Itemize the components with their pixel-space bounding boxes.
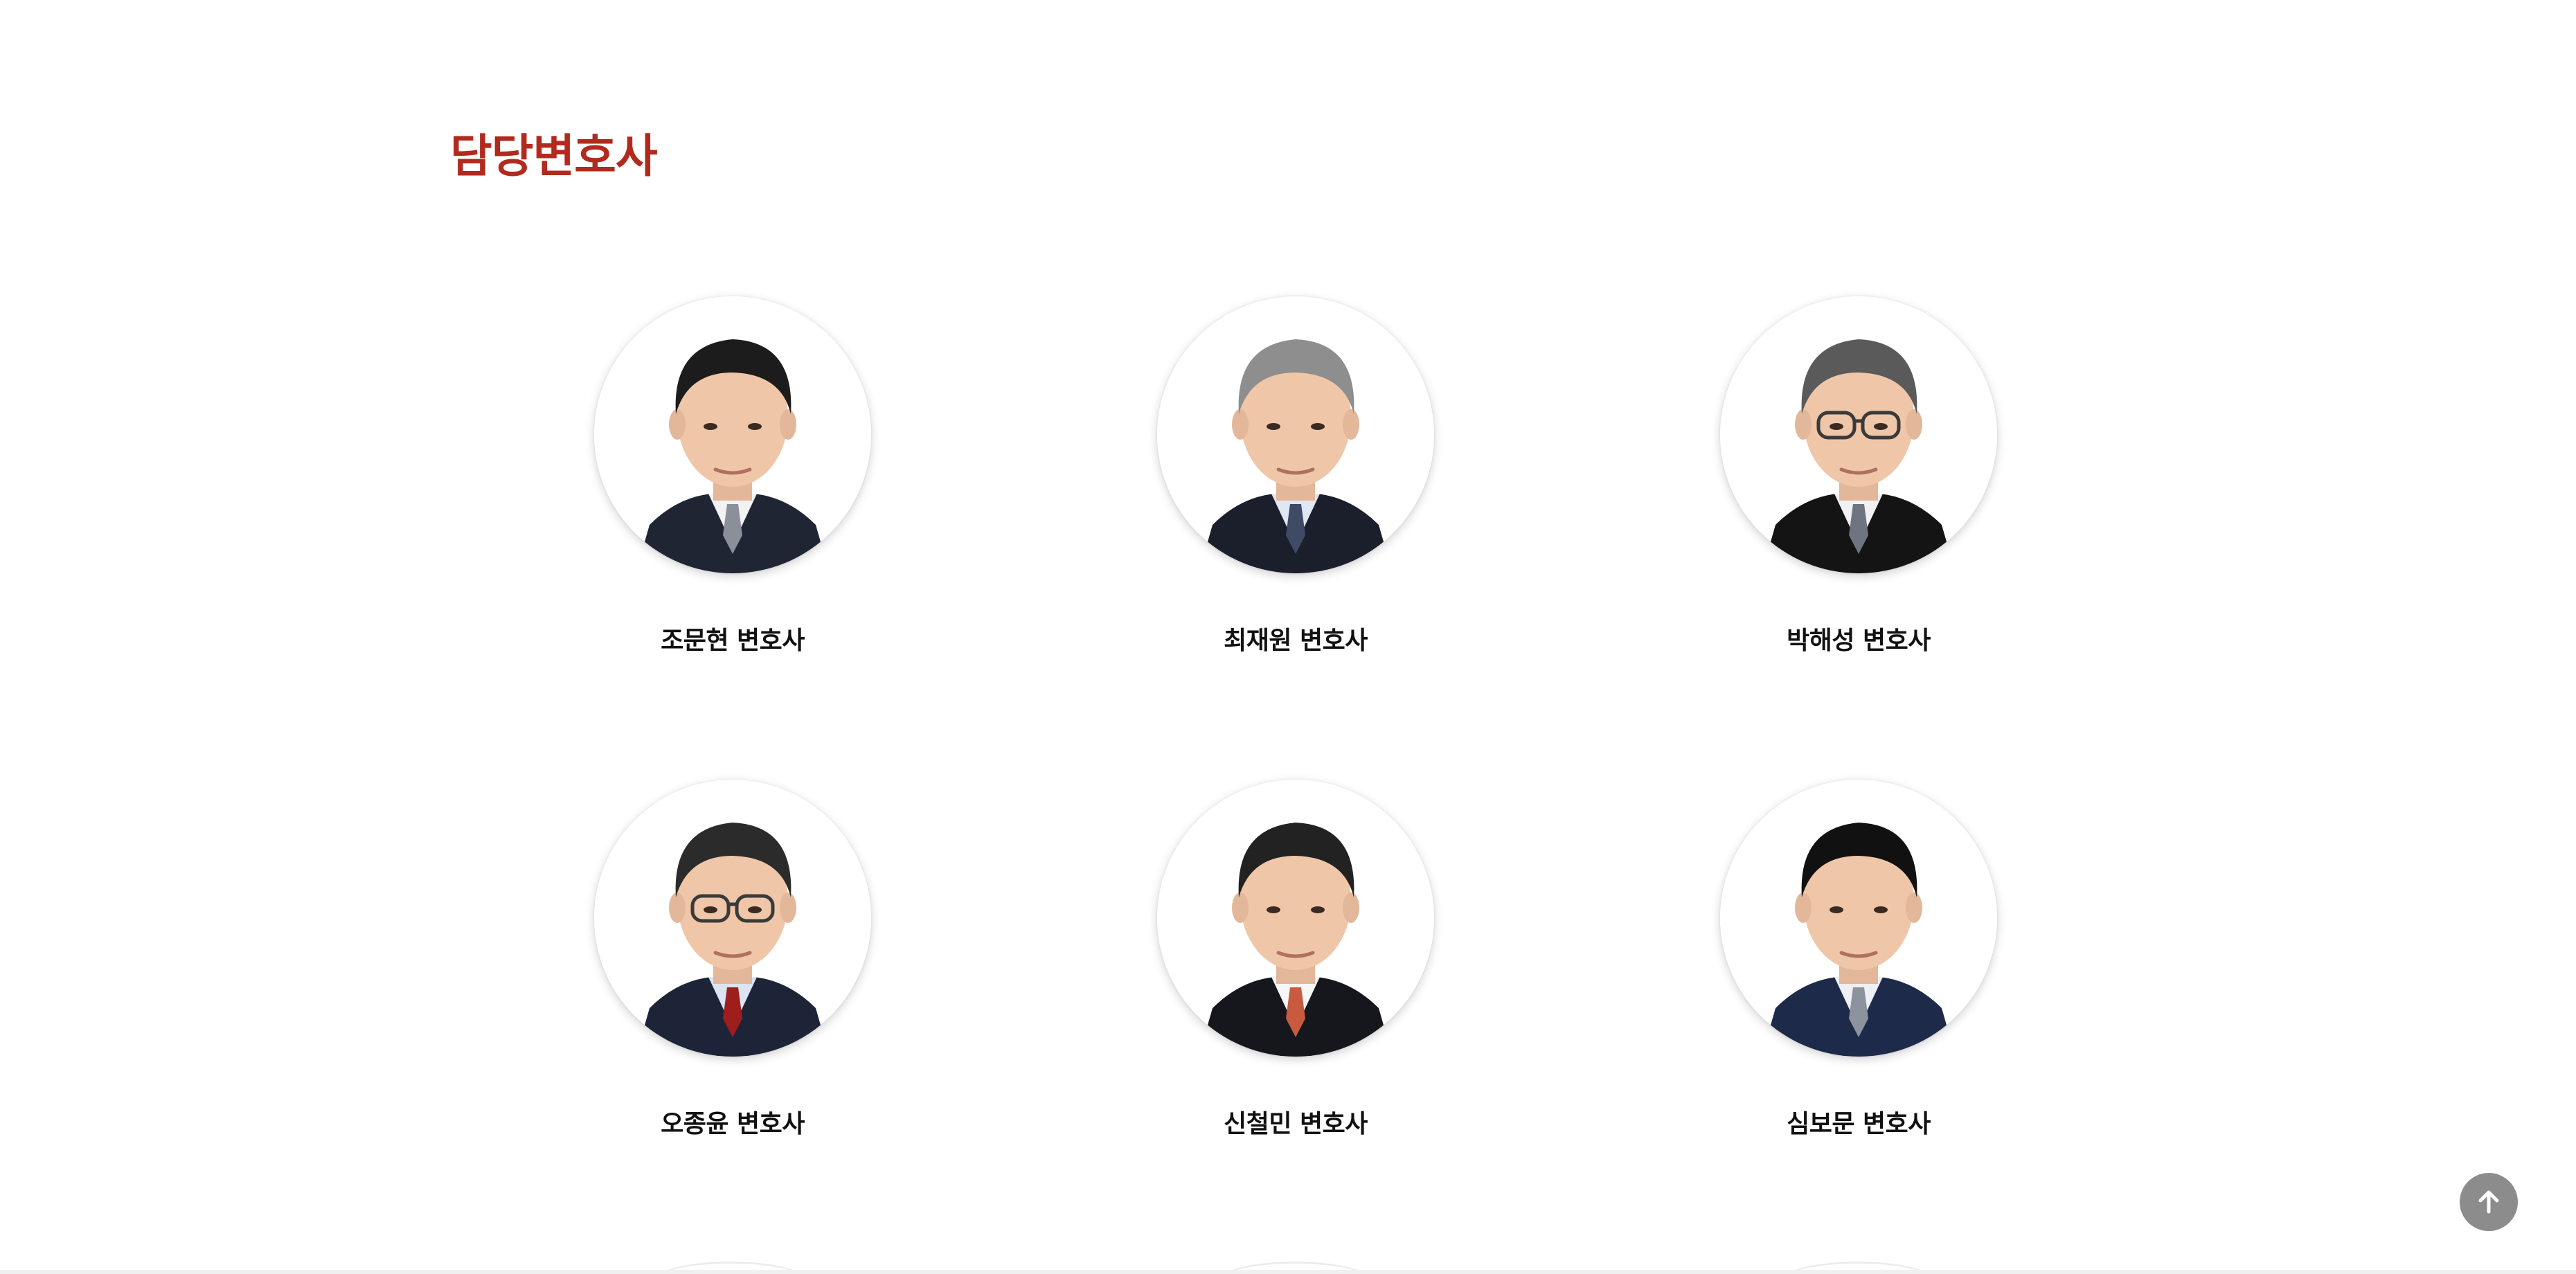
lawyer-portrait: [1157, 780, 1434, 1057]
page: 담당변호사 조문현 변호사 최재원 변호사 박해성 변호사오종윤 변호사 신철민 변호…: [0, 0, 2576, 1274]
section-title: 담당변호사: [450, 129, 658, 183]
lawyer-card[interactable]: 박해성 변호사: [1679, 296, 2039, 684]
lawyer-card[interactable]: 오종윤 변호사: [553, 780, 913, 1167]
lawyer-portrait: [594, 296, 871, 573]
lawyer-name: 조문현 변호사: [661, 627, 805, 655]
lawyer-portrait: [1720, 780, 1997, 1057]
footer-divider: [0, 1270, 2576, 1274]
lawyer-card[interactable]: 최재원 변호사: [1116, 296, 1476, 684]
lawyer-name: 심보문 변호사: [1787, 1110, 1931, 1138]
lawyer-portrait: [594, 780, 871, 1057]
lawyer-name: 최재원 변호사: [1224, 627, 1368, 655]
lawyer-portrait: [1157, 296, 1434, 573]
lawyer-card[interactable]: 신철민 변호사: [1116, 780, 1476, 1167]
lawyer-name: 신철민 변호사: [1224, 1110, 1368, 1138]
lawyer-name: 박해성 변호사: [1787, 627, 1931, 655]
scroll-to-top-button[interactable]: [2460, 1173, 2518, 1231]
lawyer-name: 오종윤 변호사: [661, 1110, 805, 1138]
lawyer-portrait: [1720, 296, 1997, 573]
lawyer-card[interactable]: 조문현 변호사: [553, 296, 913, 684]
arrow-up-icon: [2478, 1190, 2499, 1214]
lawyer-card[interactable]: 심보문 변호사: [1679, 780, 2039, 1167]
